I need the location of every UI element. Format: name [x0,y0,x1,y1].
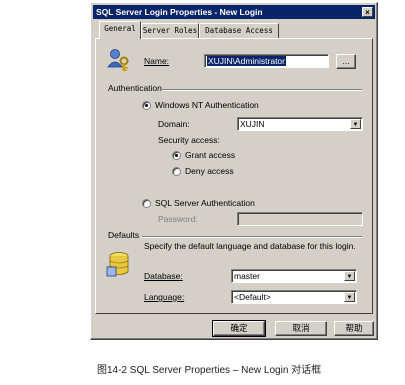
language-select[interactable]: <Default> ▼ [231,290,357,304]
domain-select[interactable]: XUJIN ▼ [237,117,363,131]
sql-auth-radio[interactable] [142,199,151,208]
tab-general[interactable]: General [99,21,141,39]
cancel-button[interactable]: 取消 [275,321,327,336]
deny-access-radio[interactable] [172,167,181,176]
defaults-description: Specify the default language and databas… [144,241,356,251]
figure-caption: 图14-2 SQL Server Properties – New Login … [97,365,322,376]
help-button[interactable]: 帮助 [334,321,374,336]
database-label: Database: [144,271,183,281]
grant-access-label: Grant access [185,150,236,160]
defaults-group-label: Defaults [108,230,140,240]
authentication-group-label: Authentication [108,83,162,93]
ok-button[interactable]: 确定 [212,320,266,337]
dropdown-arrow-icon[interactable]: ▼ [344,271,355,281]
login-properties-dialog: SQL Server Login Properties - New Login … [90,2,378,340]
browse-button[interactable]: ... [336,54,356,69]
tab-server-roles[interactable]: Server Roles [141,23,199,38]
password-input[interactable] [237,212,363,226]
grant-access-radio[interactable] [172,151,181,160]
database-select[interactable]: master ▼ [231,269,357,283]
language-label: Language: [144,292,185,302]
windows-auth-label: Windows NT Authentication [155,100,259,110]
password-label: Password: [158,214,198,224]
dropdown-arrow-icon[interactable]: ▼ [344,292,355,302]
defaults-divider [142,236,362,238]
close-button[interactable]: × [362,7,373,17]
sql-auth-label: SQL Server Authentication [155,198,255,208]
title-bar: SQL Server Login Properties - New Login … [93,5,375,19]
domain-label: Domain: [158,119,190,129]
general-panel: Name: XUJIN\Administrator ... Authentica… [95,38,373,314]
database-icon [106,252,129,277]
deny-access-label: Deny access [185,166,234,176]
name-input[interactable]: XUJIN\Administrator [204,54,329,68]
name-label: Name: [144,56,170,66]
window-title: SQL Server Login Properties - New Login [96,7,263,17]
dropdown-arrow-icon[interactable]: ▼ [350,119,361,129]
windows-auth-radio[interactable] [142,101,151,110]
tab-database-access[interactable]: Database Access [199,23,279,38]
key-user-icon [107,49,129,71]
authentication-divider [162,89,362,91]
security-access-label: Security access: [158,135,220,145]
